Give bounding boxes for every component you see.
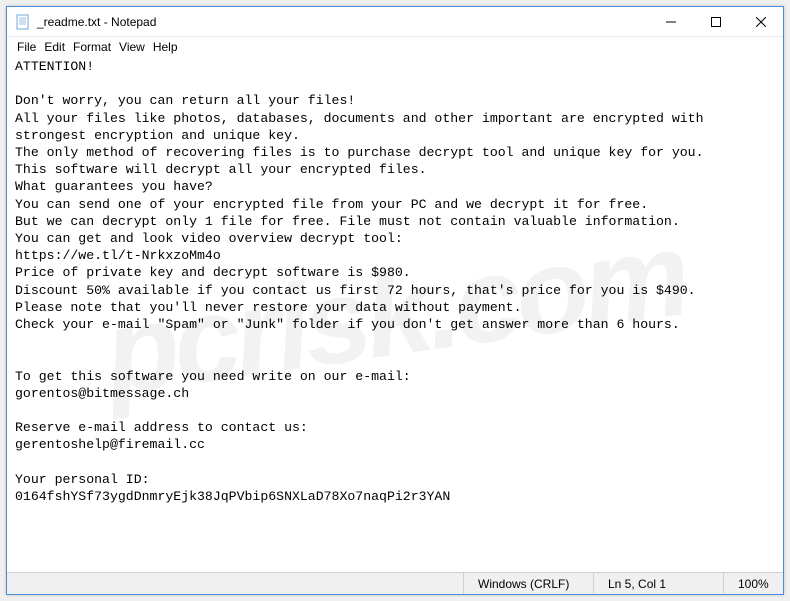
menubar: File Edit Format View Help (7, 37, 783, 56)
menu-view[interactable]: View (115, 40, 149, 54)
document-text: ATTENTION! Don't worry, you can return a… (15, 59, 711, 504)
menu-format[interactable]: Format (69, 40, 115, 54)
status-position: Ln 5, Col 1 (593, 573, 723, 594)
titlebar: _readme.txt - Notepad (7, 7, 783, 37)
status-zoom: 100% (723, 573, 783, 594)
maximize-button[interactable] (693, 7, 738, 36)
statusbar: Windows (CRLF) Ln 5, Col 1 100% (7, 572, 783, 594)
notepad-icon (15, 14, 31, 30)
text-area[interactable]: pcrisk.comATTENTION! Don't worry, you ca… (7, 56, 783, 572)
minimize-button[interactable] (648, 7, 693, 36)
menu-edit[interactable]: Edit (40, 40, 69, 54)
menu-help[interactable]: Help (149, 40, 182, 54)
close-button[interactable] (738, 7, 783, 36)
menu-file[interactable]: File (13, 40, 40, 54)
notepad-window: _readme.txt - Notepad File Edit Format V… (6, 6, 784, 595)
window-title: _readme.txt - Notepad (37, 15, 648, 29)
window-controls (648, 7, 783, 36)
status-encoding: Windows (CRLF) (463, 573, 593, 594)
